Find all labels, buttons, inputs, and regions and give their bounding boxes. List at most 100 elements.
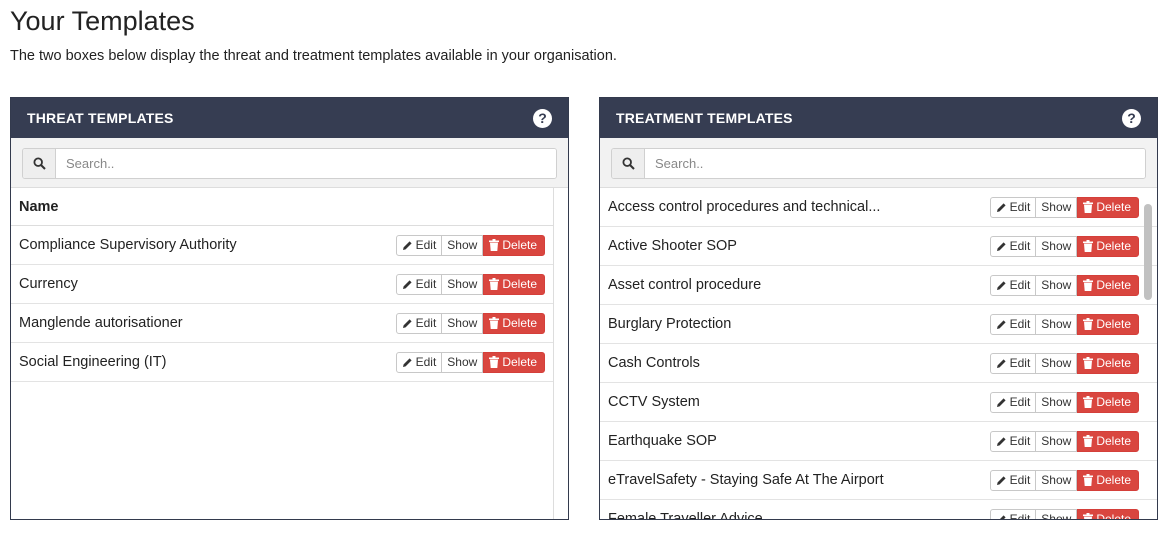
delete-button[interactable]: Delete xyxy=(1077,430,1139,452)
pencil-icon xyxy=(999,514,1006,519)
edit-button[interactable]: Edit xyxy=(989,430,1037,452)
delete-button[interactable]: Delete xyxy=(483,234,545,256)
show-button[interactable]: Show xyxy=(1036,196,1078,218)
delete-button[interactable]: Delete xyxy=(1077,469,1139,491)
delete-button[interactable]: Delete xyxy=(1077,235,1139,257)
treatment-panel-title: TREATMENT TEMPLATES xyxy=(616,110,793,126)
edit-button[interactable]: Edit xyxy=(395,234,443,256)
treatment-search-input[interactable] xyxy=(645,149,1145,178)
delete-label: Delete xyxy=(502,355,537,369)
threat-search-bar xyxy=(11,138,568,188)
delete-button[interactable]: Delete xyxy=(483,312,545,334)
delete-label: Delete xyxy=(1096,434,1131,448)
name-column-header: Name xyxy=(11,188,553,226)
show-button[interactable]: Show xyxy=(1036,391,1078,413)
template-name: Compliance Supervisory Authority xyxy=(19,237,237,253)
show-button[interactable]: Show xyxy=(1036,352,1078,374)
table-row: Compliance Supervisory Authority Edit Sh… xyxy=(11,226,553,265)
delete-label: Delete xyxy=(1096,512,1131,520)
pencil-icon xyxy=(996,280,1006,290)
edit-button[interactable]: Edit xyxy=(989,469,1037,491)
show-label: Show xyxy=(1041,356,1072,370)
row-actions: Edit Show Delete xyxy=(989,235,1139,257)
edit-button[interactable]: Edit xyxy=(989,352,1037,374)
edit-button[interactable]: Edit xyxy=(395,312,443,334)
show-label: Show xyxy=(447,238,478,252)
delete-button[interactable]: Delete xyxy=(1077,274,1139,296)
delete-label: Delete xyxy=(502,316,537,330)
treatment-scrollbar[interactable] xyxy=(1144,204,1152,300)
show-label: Show xyxy=(447,355,478,369)
delete-label: Delete xyxy=(1096,473,1131,487)
question-circle-icon[interactable]: ? xyxy=(533,108,552,128)
delete-label: Delete xyxy=(1096,395,1131,409)
edit-button[interactable]: Edit xyxy=(989,196,1037,218)
template-name: CCTV System xyxy=(608,394,700,410)
edit-button[interactable]: Edit xyxy=(989,508,1037,520)
delete-label: Delete xyxy=(1096,356,1131,370)
threat-panel-header: THREAT TEMPLATES ? xyxy=(11,98,568,138)
edit-label: Edit xyxy=(1009,434,1031,448)
show-button[interactable]: Show xyxy=(1036,274,1078,296)
template-name: Social Engineering (IT) xyxy=(19,354,167,370)
edit-label: Edit xyxy=(1009,239,1031,253)
template-name: Female Traveller Advice xyxy=(608,511,763,520)
delete-label: Delete xyxy=(1096,278,1131,292)
row-actions: Edit Show Delete xyxy=(989,274,1139,296)
trash-icon xyxy=(1083,357,1094,369)
trash-icon xyxy=(489,278,500,290)
edit-button[interactable]: Edit xyxy=(395,273,443,295)
show-label: Show xyxy=(1041,395,1072,409)
row-actions: Edit Show Delete xyxy=(395,351,545,373)
delete-button[interactable]: Delete xyxy=(1077,391,1139,413)
show-button[interactable]: Show xyxy=(1036,508,1078,519)
show-button[interactable]: Show xyxy=(442,312,484,334)
trash-icon xyxy=(1083,318,1094,330)
table-row: CCTV System Edit Show Delete xyxy=(600,383,1157,422)
show-label: Show xyxy=(1041,200,1072,214)
edit-label: Edit xyxy=(1009,278,1031,292)
delete-button[interactable]: Delete xyxy=(1077,508,1139,520)
row-actions: Edit Show Delete xyxy=(989,508,1139,520)
trash-icon xyxy=(489,239,500,251)
edit-button[interactable]: Edit xyxy=(989,274,1037,296)
show-button[interactable]: Show xyxy=(1036,430,1078,452)
delete-button[interactable]: Delete xyxy=(483,273,545,295)
treatment-templates-panel: TREATMENT TEMPLATES ? Access control pro… xyxy=(599,97,1158,520)
edit-label: Edit xyxy=(1009,395,1031,409)
show-button[interactable]: Show xyxy=(1036,469,1078,491)
show-button[interactable]: Show xyxy=(1036,313,1078,335)
question-circle-icon[interactable]: ? xyxy=(1122,108,1141,128)
templates-page: Your Templates The two boxes below displ… xyxy=(0,0,1176,545)
row-actions: Edit Show Delete xyxy=(989,430,1139,452)
show-button[interactable]: Show xyxy=(1036,235,1078,257)
pencil-icon xyxy=(996,475,1006,485)
delete-button[interactable]: Delete xyxy=(1077,313,1139,335)
row-actions: Edit Show Delete xyxy=(989,196,1139,218)
show-button[interactable]: Show xyxy=(442,351,484,373)
row-actions: Edit Show Delete xyxy=(989,391,1139,413)
edit-button[interactable]: Edit xyxy=(989,235,1037,257)
delete-button[interactable]: Delete xyxy=(1077,352,1139,374)
template-name: Cash Controls xyxy=(608,355,700,371)
trash-icon xyxy=(1083,513,1094,519)
edit-button[interactable]: Edit xyxy=(989,391,1037,413)
threat-search-input[interactable] xyxy=(56,149,556,178)
show-button[interactable]: Show xyxy=(442,273,484,295)
edit-label: Edit xyxy=(1009,512,1031,520)
pencil-icon xyxy=(996,397,1006,407)
edit-button[interactable]: Edit xyxy=(395,351,443,373)
table-row: Active Shooter SOP Edit Show Delete xyxy=(600,227,1157,266)
table-row: Earthquake SOP Edit Show Delete xyxy=(600,422,1157,461)
show-label: Show xyxy=(1041,239,1072,253)
edit-button[interactable]: Edit xyxy=(989,313,1037,335)
pencil-icon xyxy=(996,202,1006,212)
delete-button[interactable]: Delete xyxy=(483,351,545,373)
show-label: Show xyxy=(1041,317,1072,331)
trash-icon xyxy=(1083,279,1094,291)
template-name: Burglary Protection xyxy=(608,316,732,332)
delete-button[interactable]: Delete xyxy=(1077,196,1139,218)
row-actions: Edit Show Delete xyxy=(395,312,545,334)
delete-label: Delete xyxy=(502,238,537,252)
show-button[interactable]: Show xyxy=(442,234,484,256)
